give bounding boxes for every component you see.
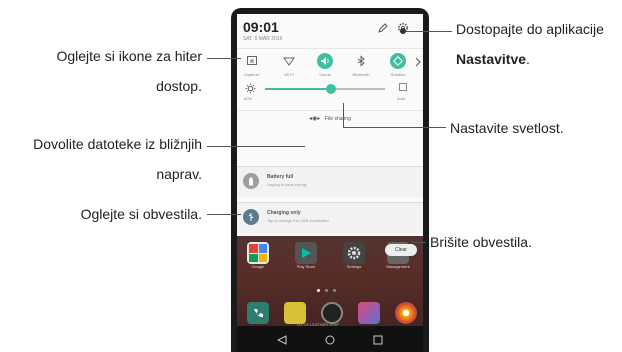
chevron-right-icon[interactable] [415,57,421,67]
brightness-thumb[interactable] [326,84,336,94]
edit-icon[interactable] [377,22,389,34]
play-store-icon [302,248,311,258]
annotation-text: dostop. [156,78,202,94]
annotation-settings: Dostopajte do aplikacije Nastavitve. [456,20,604,68]
back-icon[interactable] [277,335,287,345]
camera-app-icon[interactable] [321,302,343,324]
notification-battery[interactable]: Battery full Unplug to save energy [237,166,423,197]
annotation-text-bold: Nastavitve [456,51,527,67]
callout-line [207,58,241,59]
phone-screen: Google Play Store Settings Management LG… [237,14,423,352]
qs-label-wifi: Wi-Fi [284,72,294,77]
gear-icon [347,246,361,260]
app-label: Settings [346,264,362,269]
annotation-text: . [526,51,530,67]
app-settings[interactable]: Settings [343,242,369,269]
annotation-text: Oglejte si ikone za hiter [56,48,202,64]
clear-button[interactable]: Clear [385,244,417,256]
notification-panel: 09:01 SAT, 5 MAR 2016 Capture+ Wi-Fi Sou… [237,14,423,236]
annotation-text: naprav. [156,166,202,182]
annotation-text: Dostopajte do aplikacije [456,21,604,37]
dock [247,302,417,324]
app-play-store[interactable]: Play Store [295,242,321,269]
annotation-notifications: Oglejte si obvestila. [80,206,202,222]
app-label: Play Store [296,264,316,269]
notification-text: Tap to change the USB connection [267,218,329,223]
auto-brightness-label: Auto [397,96,406,101]
qs-label-bluetooth: Bluetooth [352,72,370,77]
annotation-text: Dovolite datoteke iz bližnjih [33,136,202,152]
annotation-brightness: Nastavite svetlost. [450,120,564,136]
auto-brightness-checkbox[interactable] [399,83,407,91]
annotation-clear: Brišite obvestila. [430,234,532,250]
qs-label-capture: Capture+ [243,72,261,77]
file-sharing-icon: ◂◉▸ [309,116,321,122]
navigation-bar [237,326,423,352]
sound-icon[interactable] [317,53,333,69]
callout-line [343,127,446,128]
battery-icon [243,173,259,189]
file-sharing-row[interactable]: ◂◉▸ File sharing [237,110,423,127]
recents-icon[interactable] [373,335,383,345]
notification-usb[interactable]: Charging only Tap to change the USB conn… [237,202,423,233]
gallery-app-icon[interactable] [358,302,380,324]
brightness-row: 60% Auto [237,78,423,110]
notification-text: Unplug to save energy [267,182,308,187]
annotation-files: Dovolite datoteke iz bližnjih naprav. [33,135,202,183]
bluetooth-icon[interactable] [353,53,369,69]
phone-frame: Google Play Store Settings Management LG… [231,8,429,352]
qs-label-rotation: Rotation [390,72,406,77]
qs-label-sound: Sound [319,72,331,77]
chrome-app-icon[interactable] [395,302,417,324]
phone-app-icon[interactable] [247,302,269,324]
capture-icon[interactable] [244,53,260,69]
app-google[interactable]: Google [247,242,273,269]
brightness-fill [265,88,331,90]
page-indicator [317,289,345,292]
clock-date: SAT, 5 MAR 2016 [243,36,283,42]
notification-title: Battery full [267,174,294,180]
quick-settings-row: Capture+ Wi-Fi Sound Bluetooth Rotation [237,48,423,80]
callout-line [402,31,452,32]
callout-line [343,103,344,127]
rotation-icon[interactable] [390,53,406,69]
usb-icon [243,209,259,225]
file-sharing-label: File sharing [325,116,351,122]
brightness-slider[interactable] [265,84,385,94]
clock-time: 09:01 [243,19,279,35]
wifi-icon[interactable] [281,53,297,69]
messages-app-icon[interactable] [284,302,306,324]
callout-dot [400,28,406,34]
app-label: Google [251,264,265,269]
home-icon[interactable] [325,335,335,345]
notification-title: Charging only [267,210,301,216]
brightness-percent: 60% [244,96,253,101]
callout-line [412,242,426,243]
callout-line [207,146,305,147]
callout-line [207,214,241,215]
brightness-icon [245,83,256,94]
annotation-quick-icons: Oglejte si ikone za hiter dostop. [56,47,202,95]
app-label: Management [386,264,410,269]
